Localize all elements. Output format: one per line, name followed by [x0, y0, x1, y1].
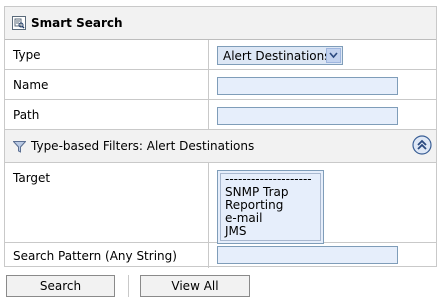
column-divider — [208, 40, 209, 69]
pattern-row: Search Pattern (Any String) — [5, 243, 436, 268]
chevron-down-icon[interactable] — [326, 48, 341, 63]
filters-title: Type-based Filters: Alert Destinations — [31, 139, 255, 153]
smart-search-panel: Smart Search Type Alert Destinations Nam… — [4, 6, 437, 268]
target-row: Target -------------------- SNMP Trap Repo… — [5, 163, 436, 244]
search-form-icon — [12, 16, 26, 30]
column-divider — [208, 70, 209, 99]
type-label: Type — [13, 47, 41, 62]
filters-header: Type-based Filters: Alert Destinations — [5, 130, 436, 163]
pattern-label: Search Pattern (Any String) — [13, 248, 177, 263]
path-row: Path — [5, 100, 436, 130]
type-row: Type Alert Destinations — [5, 40, 436, 70]
type-select[interactable]: Alert Destinations — [217, 46, 343, 65]
double-chevron-up-icon[interactable] — [412, 135, 432, 155]
column-divider — [208, 100, 209, 129]
pattern-input[interactable] — [217, 246, 398, 264]
name-row: Name — [5, 70, 436, 100]
name-input[interactable] — [217, 77, 398, 95]
type-select-value: Alert Destinations — [223, 49, 331, 63]
target-options: -------------------- SNMP Trap Reporting e-… — [222, 173, 319, 238]
target-label: Target — [13, 171, 51, 185]
button-separator — [128, 275, 129, 297]
column-divider — [208, 243, 209, 268]
view-all-button[interactable]: View All — [140, 275, 250, 297]
target-listbox[interactable]: -------------------- SNMP Trap Reporting e-… — [217, 170, 324, 244]
path-label: Path — [13, 107, 40, 122]
path-input[interactable] — [217, 107, 398, 125]
column-divider — [208, 163, 209, 242]
search-button[interactable]: Search — [6, 275, 115, 297]
panel-header: Smart Search — [5, 7, 436, 40]
panel-title: Smart Search — [31, 16, 123, 30]
funnel-icon — [12, 141, 27, 156]
name-label: Name — [13, 77, 49, 92]
target-option[interactable]: JMS — [222, 225, 319, 238]
